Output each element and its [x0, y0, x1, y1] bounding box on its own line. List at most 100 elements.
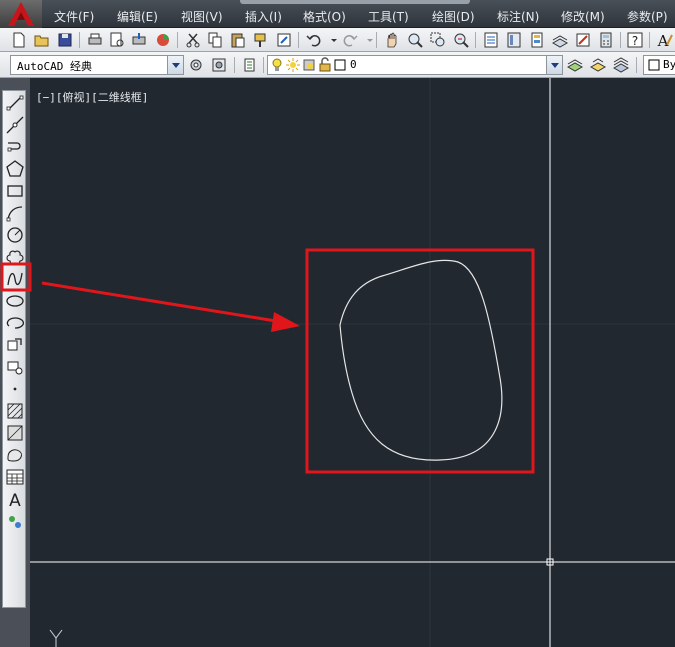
layer-properties-icon[interactable]: [241, 56, 259, 74]
chevron-down-icon[interactable]: [167, 56, 183, 74]
toolbar-separator: [298, 32, 299, 48]
workspace-value: AutoCAD 经典: [17, 60, 92, 73]
menu-file[interactable]: 文件(F): [54, 8, 94, 25]
layer-previous-icon[interactable]: [589, 56, 607, 74]
color-control-select[interactable]: By: [643, 55, 675, 75]
table-icon[interactable]: [5, 467, 25, 487]
make-block-icon[interactable]: [5, 357, 25, 377]
arc-icon[interactable]: [5, 203, 25, 223]
undo-dropdown-icon[interactable]: [325, 31, 337, 49]
layer-select[interactable]: 0: [267, 55, 563, 75]
toolbar-separator: [376, 32, 377, 48]
toolbar-separator: [79, 32, 80, 48]
3d-dwf-icon[interactable]: [154, 31, 172, 49]
highlight-box-curve: [305, 248, 535, 474]
chevron-down-icon[interactable]: [546, 56, 562, 74]
polygon-icon[interactable]: [5, 159, 25, 179]
publish-icon[interactable]: [130, 31, 148, 49]
construction-line-icon[interactable]: [5, 115, 25, 135]
open-file-icon[interactable]: [33, 31, 51, 49]
plot-icon[interactable]: [86, 31, 104, 49]
workspace-settings-icon[interactable]: [187, 56, 205, 74]
toolbar-separator: [620, 32, 621, 48]
autocad-logo-icon: [8, 2, 34, 26]
new-file-icon[interactable]: [10, 31, 28, 49]
zoom-realtime-icon[interactable]: [406, 31, 424, 49]
point-icon[interactable]: [5, 379, 25, 399]
highlight-box-spline-tool: [0, 262, 32, 292]
svg-text:A: A: [657, 32, 669, 49]
annotation-arrow-line: [41, 281, 283, 324]
properties-icon[interactable]: [482, 31, 500, 49]
ellipse-arc-icon[interactable]: [5, 313, 25, 333]
menu-format[interactable]: 格式(O): [303, 8, 346, 25]
layer-color-swatch: [334, 59, 346, 71]
drawing-area: [30, 78, 675, 647]
tool-palettes-icon[interactable]: [528, 31, 546, 49]
paste-icon[interactable]: [229, 31, 247, 49]
ellipse-icon[interactable]: [5, 291, 25, 311]
zoom-previous-icon[interactable]: [452, 31, 470, 49]
block-editor-icon[interactable]: [275, 31, 293, 49]
markup-set-manager-icon[interactable]: [574, 31, 592, 49]
region-icon[interactable]: [5, 445, 25, 465]
layer-states-icon[interactable]: [612, 56, 630, 74]
polyline-icon[interactable]: [5, 137, 25, 157]
toolbar-separator: [177, 32, 178, 48]
multiline-text-icon[interactable]: A: [5, 489, 25, 509]
make-object-layer-current-icon[interactable]: [566, 56, 584, 74]
toolbar-separator: [263, 57, 264, 73]
menu-tools[interactable]: 工具(T): [368, 8, 409, 25]
menu-view[interactable]: 视图(V): [181, 8, 223, 25]
layer-thaw-icon[interactable]: [285, 57, 301, 73]
svg-text:?: ?: [632, 34, 638, 48]
redo-icon[interactable]: [341, 31, 359, 49]
ucs-icon: [49, 629, 63, 647]
menu-insert[interactable]: 插入(I): [245, 8, 282, 25]
spline-curve[interactable]: [339, 259, 503, 461]
menu-draw[interactable]: 绘图(D): [432, 8, 475, 25]
hatch-icon[interactable]: [5, 401, 25, 421]
match-properties-icon[interactable]: [252, 31, 270, 49]
design-center-icon[interactable]: [505, 31, 523, 49]
layer-on-icon[interactable]: [269, 57, 285, 73]
zoom-window-icon[interactable]: [429, 31, 447, 49]
menu-modify[interactable]: 修改(M): [561, 8, 605, 25]
layer-unlock-icon[interactable]: [317, 57, 333, 73]
application-button[interactable]: [0, 0, 42, 28]
toolbar-separator: [649, 32, 650, 48]
title-strip: [240, 0, 470, 4]
workspace-select[interactable]: AutoCAD 经典: [10, 55, 184, 75]
workspace-layer-toolbar: AutoCAD 经典 0 By: [0, 52, 675, 78]
menu-edit[interactable]: 编辑(E): [117, 8, 158, 25]
line-icon[interactable]: [5, 93, 25, 113]
customize-icon[interactable]: [210, 56, 228, 74]
copy-icon[interactable]: [206, 31, 224, 49]
toolbar-separator: [234, 57, 235, 73]
menu-parameter[interactable]: 参数(P): [627, 8, 668, 25]
insert-block-icon[interactable]: [5, 335, 25, 355]
color-swatch: [648, 59, 660, 71]
layer-value: 0: [350, 58, 357, 71]
text-style-icon[interactable]: A: [655, 31, 673, 49]
redo-dropdown-icon[interactable]: [361, 31, 373, 49]
add-selected-icon[interactable]: [5, 511, 25, 531]
text-tool-glyph: A: [9, 491, 21, 509]
annotation-arrow-head: [271, 312, 300, 332]
bylayer-value: By: [663, 58, 675, 71]
pan-icon[interactable]: [383, 31, 401, 49]
rectangle-icon[interactable]: [5, 181, 25, 201]
undo-icon[interactable]: [305, 31, 323, 49]
toolbar-separator: [636, 57, 637, 73]
viewport-freeze-icon[interactable]: [301, 57, 317, 73]
drawing-canvas[interactable]: [−][俯视][二维线框]: [30, 78, 675, 647]
plot-preview-icon[interactable]: [108, 31, 126, 49]
quickcalc-icon[interactable]: [597, 31, 615, 49]
save-icon[interactable]: [56, 31, 74, 49]
circle-icon[interactable]: [5, 225, 25, 245]
sheet-set-manager-icon[interactable]: [551, 31, 569, 49]
gradient-icon[interactable]: [5, 423, 25, 443]
menu-dimension[interactable]: 标注(N): [497, 8, 539, 25]
help-icon[interactable]: ?: [626, 31, 644, 49]
cut-icon[interactable]: [184, 31, 202, 49]
